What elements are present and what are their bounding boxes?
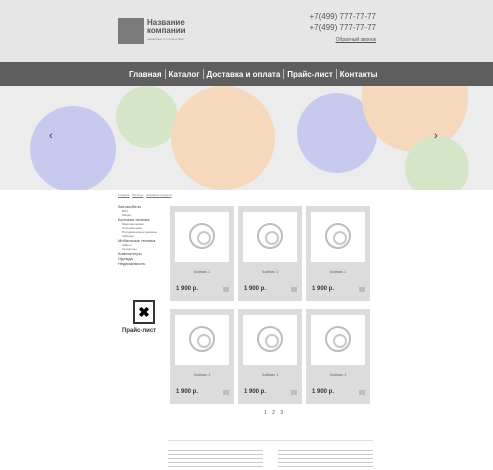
page-link[interactable]: 3 [280,410,283,416]
product-price: 1 900 р. [244,389,267,395]
camera-placeholder-icon [325,326,351,352]
product-price: 1 900 р. [312,286,335,292]
callback-link[interactable]: Обратный звонок [336,37,376,43]
product-card[interactable]: Чайник 1 1 900 р. [238,309,302,404]
add-to-cart-icon[interactable] [359,390,365,395]
product-title[interactable]: Чайник 1 [238,269,302,274]
nav-divider [335,69,337,79]
product-title[interactable]: Чайник 1 [170,269,234,274]
chevron-right-icon[interactable]: › [434,130,438,142]
nav-item-pricelist[interactable]: Прайс-лист [285,70,334,79]
product-title[interactable]: Чайник 1 [306,269,370,274]
product-title[interactable]: Чайник 1 [238,372,302,377]
product-title[interactable]: Чайник 1 [306,372,370,377]
page-link[interactable]: 2 [272,410,275,416]
product-image[interactable] [311,212,365,262]
product-image[interactable] [175,315,229,365]
camera-placeholder-icon [257,326,283,352]
breadcrumb-item[interactable]: Название раздела [146,193,172,197]
footer-text-block [168,450,263,470]
page-link[interactable]: 1 [264,410,267,416]
camera-placeholder-icon [189,223,215,249]
footer-text-block [278,450,373,470]
breadcrumb: Главная Каталог Название раздела [118,193,174,197]
excel-icon[interactable]: ✖ [133,300,155,324]
camera-placeholder-icon [257,223,283,249]
product-card[interactable]: Чайник 1 1 900 р. [170,309,234,404]
company-name[interactable]: Название компании [147,19,197,35]
product-title[interactable]: Чайник 1 [170,372,234,377]
product-price: 1 900 р. [176,286,199,292]
nav-divider [164,69,166,79]
chevron-left-icon[interactable]: ‹ [49,130,53,142]
product-card[interactable]: Чайник 1 1 900 р. [306,206,370,301]
decor-circle [116,86,178,148]
breadcrumb-item[interactable]: Главная [118,193,129,197]
category-link[interactable]: Недвижимость [118,261,168,266]
product-card[interactable]: Чайник 1 1 900 р. [170,206,234,301]
product-image[interactable] [243,212,297,262]
add-to-cart-icon[interactable] [359,287,365,292]
product-price: 1 900 р. [244,286,267,292]
product-card[interactable]: Чайник 1 1 900 р. [238,206,302,301]
decor-circle [30,106,116,190]
product-card[interactable]: Чайник 1 1 900 р. [306,309,370,404]
product-image[interactable] [243,315,297,365]
main-nav: Главная Каталог Доставка и оплата Прайс-… [0,62,493,86]
add-to-cart-icon[interactable] [291,390,297,395]
banner-slider[interactable]: ‹ › [0,86,493,190]
nav-item-catalog[interactable]: Каталог [167,70,202,79]
pricelist-link[interactable]: Прайс-лист [122,328,156,334]
nav-item-delivery[interactable]: Доставка и оплата [205,70,283,79]
pagination: 1 2 3 [264,410,287,416]
product-image[interactable] [311,315,365,365]
category-sidebar: Автомобили ВАЗ Мазда Бытовая техника Мик… [118,204,168,266]
nav-divider [202,69,204,79]
product-price: 1 900 р. [312,389,335,395]
site-header: Название компании свадебные и путешестви… [0,0,493,62]
nav-divider [283,69,285,79]
decor-circle [171,86,275,190]
company-tagline: свадебные и путешествия [147,37,184,41]
decor-circle [405,136,469,190]
phone-number: +7(499) 777-77-77 [309,12,377,21]
camera-placeholder-icon [325,223,351,249]
camera-placeholder-icon [189,326,215,352]
phone-number: +7(499) 777-77-77 [309,23,377,32]
add-to-cart-icon[interactable] [223,390,229,395]
breadcrumb-item[interactable]: Каталог [132,193,143,197]
product-price: 1 900 р. [176,389,199,395]
logo-icon[interactable] [118,18,144,44]
add-to-cart-icon[interactable] [291,287,297,292]
add-to-cart-icon[interactable] [223,287,229,292]
footer-divider [168,440,373,441]
nav-item-home[interactable]: Главная [127,70,164,79]
nav-item-contacts[interactable]: Контакты [338,70,380,79]
product-image[interactable] [175,212,229,262]
